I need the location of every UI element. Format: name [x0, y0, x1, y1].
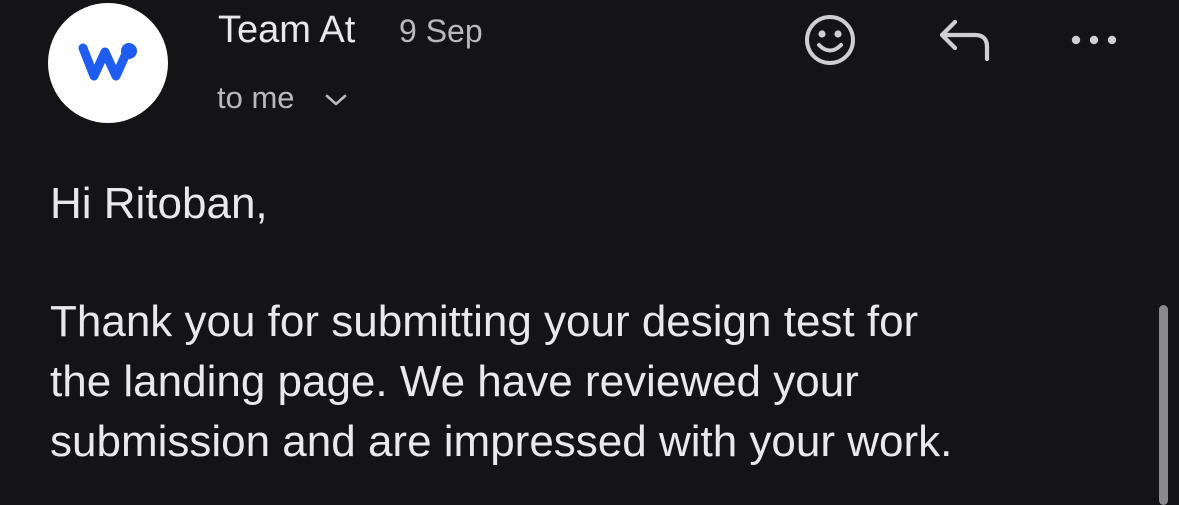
- scrollbar-thumb[interactable]: [1159, 305, 1168, 505]
- paragraph-line: submission and are impressed with your w…: [50, 417, 953, 466]
- emoji-reaction-button[interactable]: [798, 8, 862, 72]
- more-horizontal-icon: [1071, 35, 1117, 45]
- recipient-details-toggle[interactable]: to me: [217, 80, 347, 116]
- sender-avatar[interactable]: [48, 3, 168, 123]
- brand-w-logo-icon: [78, 43, 137, 81]
- paragraph-line: Thank you for submitting your design tes…: [50, 297, 919, 346]
- sender-name: Team At: [218, 9, 356, 51]
- more-options-button[interactable]: [1062, 14, 1126, 66]
- smiley-icon: [805, 15, 855, 65]
- reply-arrow-icon: [939, 19, 990, 62]
- email-paragraph: Thank you for submitting your design tes…: [50, 292, 1130, 472]
- email-greeting: Hi Ritoban,: [50, 179, 268, 228]
- recipient-label: to me: [217, 80, 295, 115]
- chevron-down-icon: [325, 93, 347, 107]
- reply-button[interactable]: [928, 10, 998, 70]
- message-date: 9 Sep: [399, 13, 483, 49]
- paragraph-line: the landing page. We have reviewed your: [50, 357, 859, 406]
- email-body: Hi Ritoban, Thank you for submitting you…: [50, 174, 1130, 472]
